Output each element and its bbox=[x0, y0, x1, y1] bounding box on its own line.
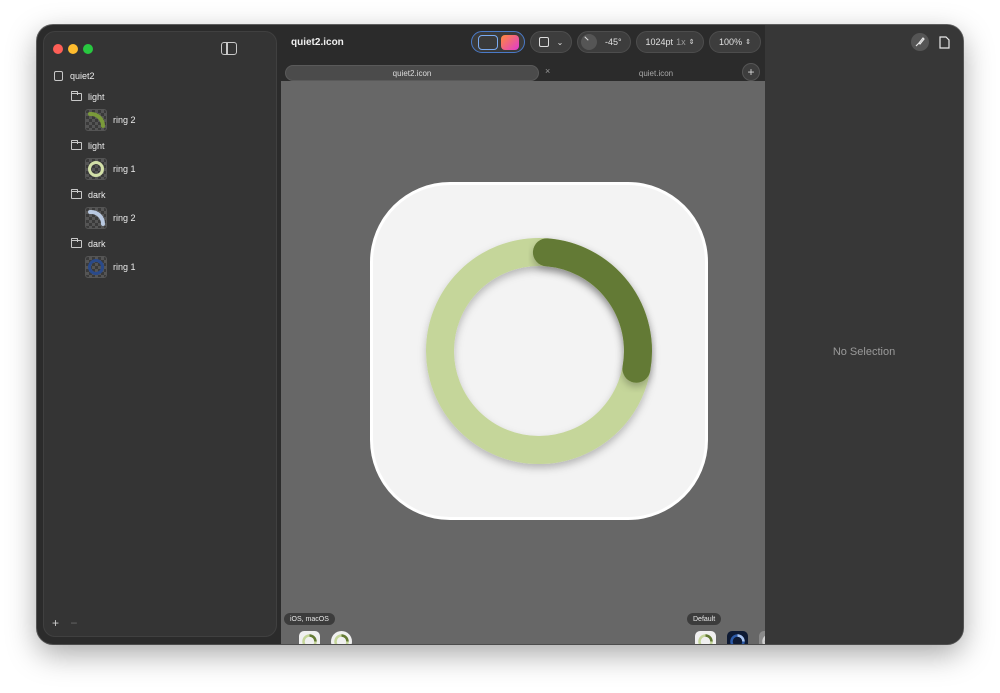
ring-segment-icon bbox=[88, 209, 106, 226]
remove-layer-button[interactable]: − bbox=[70, 616, 77, 630]
light-angle-control[interactable]: -45° bbox=[577, 31, 631, 53]
ios-preview-light[interactable] bbox=[299, 631, 320, 644]
tree-layer-label: ring 1 bbox=[113, 262, 136, 272]
tree-folder[interactable]: dark bbox=[71, 185, 106, 205]
tree-folder[interactable]: light bbox=[71, 136, 105, 156]
close-tab-icon[interactable]: × bbox=[545, 66, 550, 76]
canvas-size-control[interactable]: 1024pt 1x ⇕ bbox=[636, 31, 704, 53]
appearance-inspector-button[interactable] bbox=[911, 33, 929, 51]
document-icon bbox=[938, 35, 950, 49]
preview-mode-toggle[interactable] bbox=[471, 31, 525, 53]
angle-value: -45° bbox=[605, 37, 622, 47]
tab-label: quiet.icon bbox=[638, 68, 674, 78]
tab-label: quiet2.icon bbox=[392, 68, 432, 78]
new-tab-button[interactable]: + bbox=[742, 63, 760, 81]
macos-preview-light[interactable] bbox=[331, 631, 352, 644]
document-title: quiet2.icon bbox=[291, 37, 344, 48]
sidebar-toggle-icon[interactable] bbox=[221, 42, 237, 55]
zoom-control[interactable]: 100% ⇕ bbox=[709, 31, 761, 53]
sidebar: quiet2 light ring 2 light ring 1 dark ri… bbox=[43, 31, 277, 637]
zoom-window-button[interactable] bbox=[83, 44, 93, 54]
tree-layer[interactable]: ring 2 bbox=[85, 107, 136, 133]
grid-menu-button[interactable]: ⌄ bbox=[530, 31, 572, 53]
layer-thumbnail bbox=[85, 158, 107, 180]
color-mode-icon bbox=[500, 34, 519, 50]
tree-layer-label: ring 1 bbox=[113, 164, 136, 174]
stepper-icon: ⇕ bbox=[745, 39, 751, 46]
platform-label: iOS, macOS bbox=[284, 613, 335, 625]
app-icon-preview bbox=[370, 182, 708, 520]
app-window: quiet2 light ring 2 light ring 1 dark ri… bbox=[37, 25, 963, 644]
size-value: 1024pt bbox=[645, 37, 674, 47]
minimize-window-button[interactable] bbox=[68, 44, 78, 54]
zoom-value: 100% bbox=[719, 37, 743, 47]
tab-quiet[interactable]: quiet.icon bbox=[553, 65, 759, 81]
folder-icon bbox=[71, 238, 82, 248]
close-window-button[interactable] bbox=[53, 44, 63, 54]
outline-mode-icon bbox=[477, 34, 498, 50]
add-layer-button[interactable]: + bbox=[52, 616, 59, 630]
tree-layer[interactable]: ring 2 bbox=[85, 205, 136, 231]
tree-folder-label: dark bbox=[88, 190, 106, 200]
editor-area: quiet2.icon ⌄ -45° 1024pt 1x ⇕ 100% ⇕ qu… bbox=[281, 25, 780, 644]
tree-layer-label: ring 2 bbox=[113, 213, 136, 223]
tree-root-label: quiet2 bbox=[70, 71, 95, 81]
folder-icon bbox=[71, 140, 82, 150]
ring-icon bbox=[88, 161, 104, 177]
document-inspector-button[interactable] bbox=[935, 33, 953, 51]
sidebar-footer: + − bbox=[52, 616, 85, 630]
scale-value: 1x bbox=[676, 37, 686, 47]
chevron-down-icon: ⌄ bbox=[556, 37, 564, 47]
tree-folder-label: light bbox=[88, 141, 105, 151]
grid-icon bbox=[538, 37, 549, 47]
paintbrush-icon bbox=[915, 37, 925, 47]
angle-dial-icon bbox=[581, 34, 597, 50]
no-selection-label: No Selection bbox=[832, 346, 896, 358]
tree-folder-label: dark bbox=[88, 239, 106, 249]
tree-layer-label: ring 2 bbox=[113, 115, 136, 125]
ring-progress-arc bbox=[532, 238, 652, 383]
tree-layer[interactable]: ring 1 bbox=[85, 156, 136, 182]
layer-thumbnail bbox=[85, 109, 107, 131]
icon-canvas[interactable]: iOS, macOS Default bbox=[281, 81, 780, 644]
tree-folder[interactable]: dark bbox=[71, 234, 106, 254]
folder-icon bbox=[71, 189, 82, 199]
tree-root[interactable]: quiet2 bbox=[54, 66, 95, 86]
default-appearance-preview[interactable] bbox=[695, 631, 716, 644]
appearance-label: Default bbox=[687, 613, 722, 625]
ring-icon bbox=[88, 259, 104, 275]
tab-quiet2[interactable]: quiet2.icon bbox=[285, 65, 539, 81]
layer-thumbnail bbox=[85, 207, 107, 229]
ring-segment-icon bbox=[88, 111, 106, 128]
toolbar: quiet2.icon ⌄ -45° 1024pt 1x ⇕ 100% ⇕ bbox=[281, 25, 765, 63]
layer-thumbnail bbox=[85, 256, 107, 278]
tree-folder[interactable]: light bbox=[71, 87, 105, 107]
dark-appearance-preview[interactable] bbox=[727, 631, 748, 644]
ring-graphic bbox=[426, 238, 652, 464]
inspector-panel: No Selection bbox=[765, 25, 963, 644]
folder-icon bbox=[71, 91, 82, 101]
tree-folder-label: light bbox=[88, 92, 105, 102]
stepper-icon: ⇕ bbox=[688, 39, 695, 46]
tree-layer[interactable]: ring 1 bbox=[85, 254, 136, 280]
document-icon bbox=[54, 71, 63, 81]
